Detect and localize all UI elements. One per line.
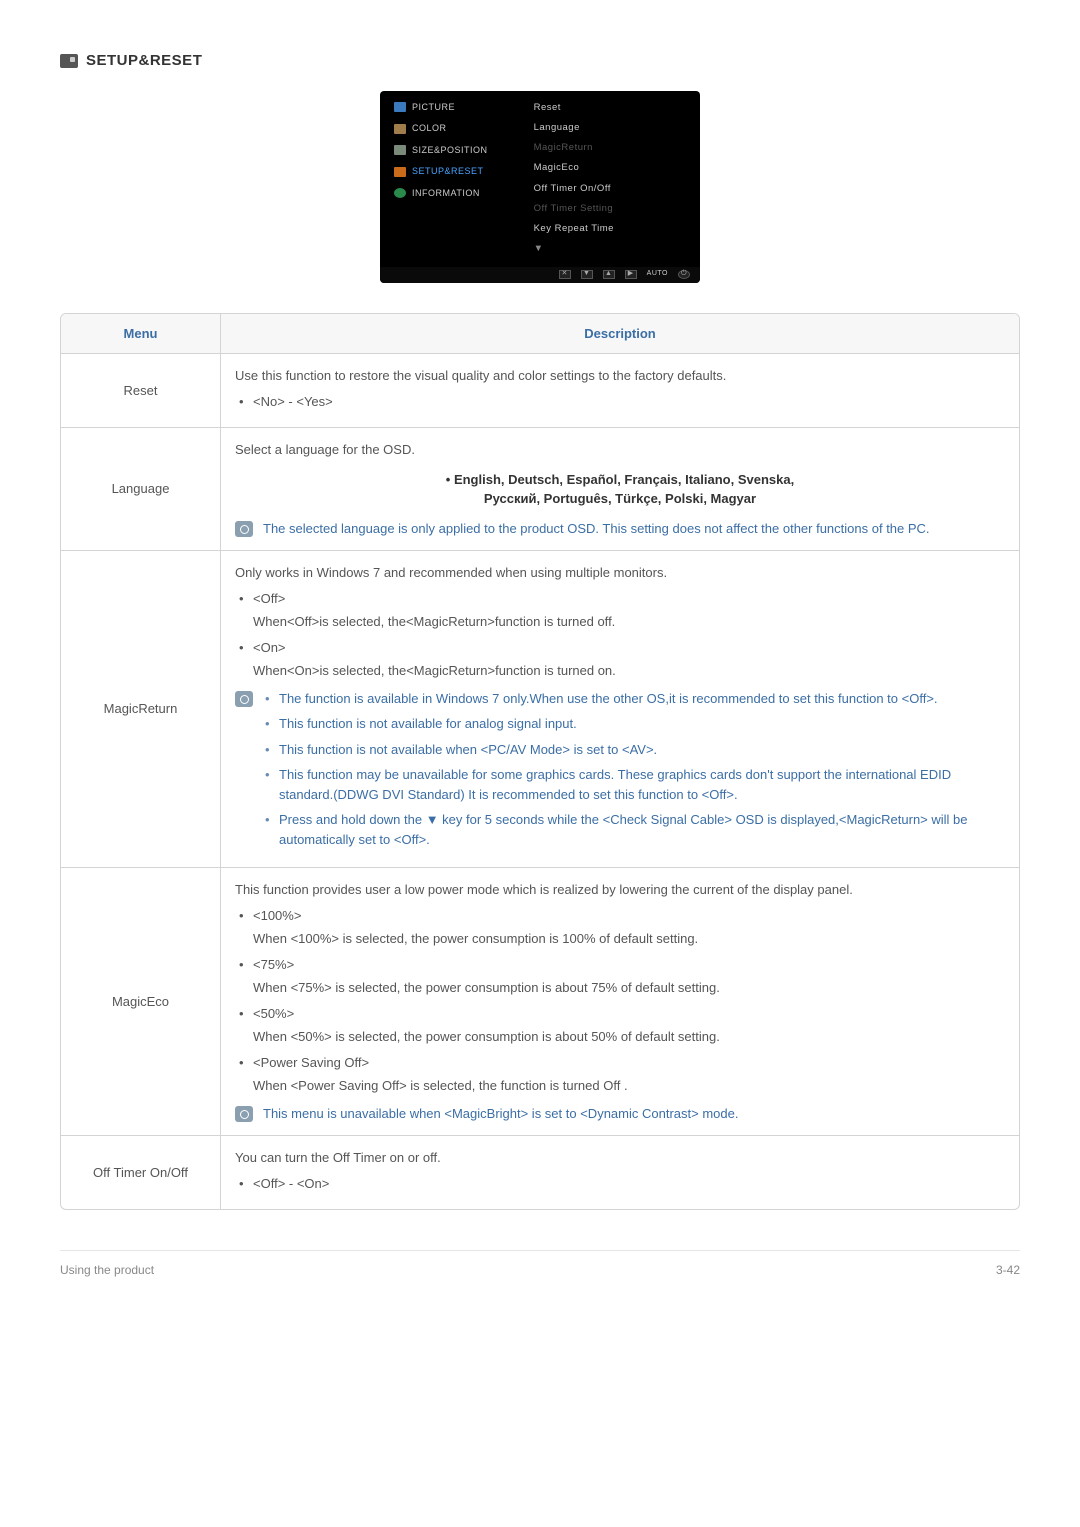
gear-icon	[394, 167, 406, 177]
menu-name-magicreturn: MagicReturn	[61, 550, 221, 867]
magicreturn-on-label: <On>	[235, 638, 1005, 658]
footer-left: Using the product	[60, 1261, 154, 1279]
osd-opt-magiceco: MagicEco	[534, 161, 690, 175]
osd-item-picture: PICTURE	[394, 101, 534, 115]
osd-label: SIZE&POSITION	[412, 144, 488, 158]
table-row: Reset Use this function to restore the v…	[61, 354, 1019, 427]
osd-label: PICTURE	[412, 101, 455, 115]
magicreturn-note-4: This function may be unavailable for som…	[263, 765, 1005, 804]
magiceco-note-text: This menu is unavailable when <MagicBrig…	[263, 1104, 738, 1124]
magiceco-75-desc: When <75%> is selected, the power consum…	[235, 978, 1005, 998]
page-footer: Using the product 3-42	[60, 1250, 1020, 1279]
table-row: MagicReturn Only works in Windows 7 and …	[61, 550, 1019, 867]
magicreturn-note-3: This function is not available when <PC/…	[263, 740, 1005, 760]
language-list: • English, Deutsch, Español, Français, I…	[235, 470, 1005, 509]
menu-description-table: Menu Description Reset Use this function…	[60, 313, 1020, 1211]
footer-right: 3-42	[996, 1261, 1020, 1279]
language-list-line2: Русский, Português, Türkçe, Polski, Magy…	[235, 489, 1005, 509]
note-icon	[235, 521, 253, 537]
magiceco-note: This menu is unavailable when <MagicBrig…	[235, 1104, 1005, 1124]
select-icon: ▶	[625, 270, 637, 279]
up-icon: ▲	[603, 270, 615, 279]
osd-screenshot: PICTURE COLOR SIZE&POSITION SETUP&RESET …	[60, 91, 1020, 283]
menu-name-offtimer: Off Timer On/Off	[61, 1135, 221, 1209]
menu-name-reset: Reset	[61, 354, 221, 427]
osd-opt-language: Language	[534, 121, 690, 135]
palette-icon	[394, 124, 406, 134]
osd-left-menu: PICTURE COLOR SIZE&POSITION SETUP&RESET …	[380, 101, 534, 257]
magiceco-intro: This function provides user a low power …	[235, 880, 1005, 900]
table-row: Language Select a language for the OSD. …	[61, 427, 1019, 550]
reset-options: <No> - <Yes>	[235, 392, 1005, 412]
magicreturn-off-desc: When<Off>is selected, the<MagicReturn>fu…	[235, 612, 1005, 632]
magicreturn-off-label: <Off>	[235, 589, 1005, 609]
osd-footer-auto: AUTO	[647, 269, 668, 280]
magiceco-100-desc: When <100%> is selected, the power consu…	[235, 929, 1005, 949]
osd-opt-offtimer-setting: Off Timer Setting	[534, 202, 690, 216]
osd-right-menu: Reset Language MagicReturn MagicEco Off …	[534, 101, 700, 257]
section-title: SETUP&RESET	[86, 50, 202, 73]
osd-opt-keyrepeat: Key Repeat Time	[534, 222, 690, 236]
osd-arrow-down: ▼	[534, 242, 690, 256]
magicreturn-note-list: The function is available in Windows 7 o…	[263, 689, 1005, 856]
magicreturn-note-5: Press and hold down the ▼ key for 5 seco…	[263, 810, 1005, 849]
osd-label: INFORMATION	[412, 187, 480, 201]
osd-item-setupreset: SETUP&RESET	[394, 165, 534, 179]
picture-icon	[394, 102, 406, 112]
language-intro: Select a language for the OSD.	[235, 440, 1005, 460]
size-icon	[394, 145, 406, 155]
reset-text: Use this function to restore the visual …	[235, 366, 1005, 386]
magicreturn-note-1: The function is available in Windows 7 o…	[263, 689, 1005, 709]
magiceco-50-label: <50%>	[235, 1004, 1005, 1024]
power-icon: ⏻	[678, 270, 690, 279]
info-icon	[394, 188, 406, 198]
section-header: SETUP&RESET	[60, 50, 1020, 73]
language-note: The selected language is only applied to…	[235, 519, 1005, 539]
menu-name-language: Language	[61, 427, 221, 550]
osd-opt-offtimer-onoff: Off Timer On/Off	[534, 182, 690, 196]
osd-item-sizeposition: SIZE&POSITION	[394, 144, 534, 158]
down-icon: ▼	[581, 270, 593, 279]
osd-panel: PICTURE COLOR SIZE&POSITION SETUP&RESET …	[380, 91, 700, 283]
menu-desc-offtimer: You can turn the Off Timer on or off. <O…	[221, 1135, 1019, 1209]
osd-body: PICTURE COLOR SIZE&POSITION SETUP&RESET …	[380, 91, 700, 267]
language-note-text: The selected language is only applied to…	[263, 519, 930, 539]
magicreturn-on-desc: When<On>is selected, the<MagicReturn>fun…	[235, 661, 1005, 681]
col-header-menu: Menu	[61, 314, 221, 355]
osd-opt-reset: Reset	[534, 101, 690, 115]
osd-item-information: INFORMATION	[394, 187, 534, 201]
magiceco-50-desc: When <50%> is selected, the power consum…	[235, 1027, 1005, 1047]
magiceco-75-label: <75%>	[235, 955, 1005, 975]
language-list-line1: • English, Deutsch, Español, Français, I…	[235, 470, 1005, 490]
magiceco-100-label: <100%>	[235, 906, 1005, 926]
osd-label: COLOR	[412, 122, 447, 136]
menu-desc-language: Select a language for the OSD. • English…	[221, 427, 1019, 550]
menu-name-magiceco: MagicEco	[61, 867, 221, 1135]
menu-desc-reset: Use this function to restore the visual …	[221, 354, 1019, 427]
offtimer-text: You can turn the Off Timer on or off.	[235, 1148, 1005, 1168]
menu-desc-magiceco: This function provides user a low power …	[221, 867, 1019, 1135]
osd-opt-magicreturn: MagicReturn	[534, 141, 690, 155]
close-icon: ✕	[559, 270, 571, 279]
monitor-icon	[60, 54, 78, 68]
col-header-description: Description	[221, 314, 1019, 355]
note-icon	[235, 691, 253, 707]
note-icon	[235, 1106, 253, 1122]
osd-footer: ✕ ▼ ▲ ▶ AUTO ⏻	[380, 267, 700, 283]
table-row: MagicEco This function provides user a l…	[61, 867, 1019, 1135]
osd-item-color: COLOR	[394, 122, 534, 136]
osd-label: SETUP&RESET	[412, 165, 484, 179]
table-row: Off Timer On/Off You can turn the Off Ti…	[61, 1135, 1019, 1209]
magicreturn-note-2: This function is not available for analo…	[263, 714, 1005, 734]
offtimer-options: <Off> - <On>	[235, 1174, 1005, 1194]
menu-desc-magicreturn: Only works in Windows 7 and recommended …	[221, 550, 1019, 867]
magiceco-psoff-desc: When <Power Saving Off> is selected, the…	[235, 1076, 1005, 1096]
magicreturn-intro: Only works in Windows 7 and recommended …	[235, 563, 1005, 583]
magiceco-psoff-label: <Power Saving Off>	[235, 1053, 1005, 1073]
magicreturn-notes: The function is available in Windows 7 o…	[235, 689, 1005, 856]
